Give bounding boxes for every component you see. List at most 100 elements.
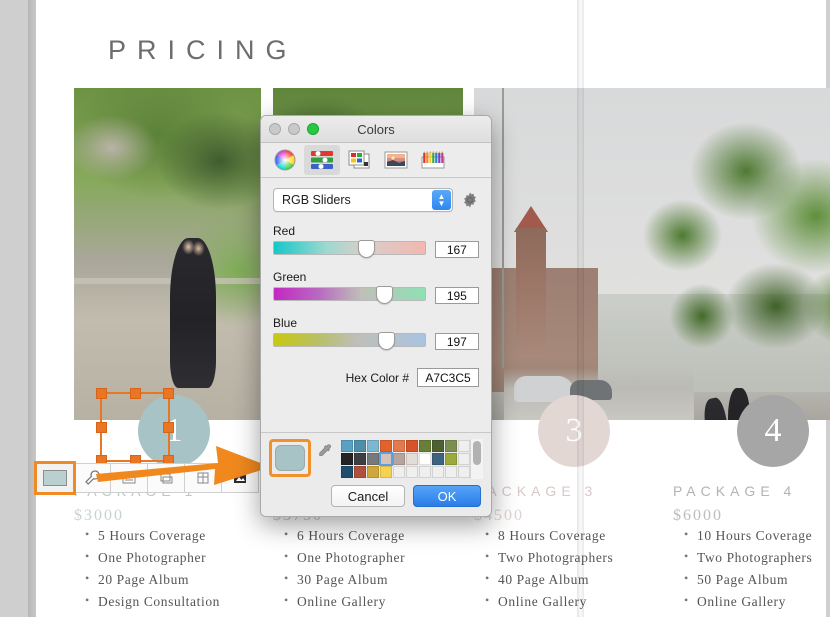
- current-color-swatch[interactable]: [275, 445, 305, 471]
- palette-swatch[interactable]: [432, 466, 444, 478]
- palette-scrollbar[interactable]: [470, 439, 483, 479]
- inspector-shape-button[interactable]: [148, 463, 185, 493]
- palette-swatch[interactable]: [393, 466, 405, 478]
- palette-swatch[interactable]: [367, 453, 379, 465]
- color-palettes-tab[interactable]: [341, 145, 377, 175]
- palette-swatch[interactable]: [341, 453, 353, 465]
- red-slider-track[interactable]: [273, 240, 426, 258]
- color-mode-row: RGB Sliders ▲ ▼: [273, 188, 479, 212]
- palette-swatch[interactable]: [458, 453, 470, 465]
- colors-dialog[interactable]: Colors RGB Sliders ▲ ▼ Red 167 Green 195…: [260, 115, 492, 517]
- eyedropper-icon[interactable]: [317, 441, 335, 477]
- palette-swatch[interactable]: [380, 466, 392, 478]
- inspector-color-swatch-button[interactable]: [34, 461, 76, 495]
- chevron-down-glyph: ▼: [437, 199, 446, 208]
- hex-color-label: Hex Color #: [345, 370, 409, 385]
- list-item: 8 Hours Coverage: [485, 525, 620, 547]
- ok-button[interactable]: OK: [413, 485, 481, 507]
- palette-swatch[interactable]: [393, 440, 405, 452]
- palette-swatch[interactable]: [354, 466, 366, 478]
- palette-swatch[interactable]: [445, 440, 457, 452]
- blue-slider-knob[interactable]: [377, 332, 395, 350]
- palette-swatch[interactable]: [367, 466, 379, 478]
- table-inspector-icon: [197, 472, 209, 484]
- red-value-field[interactable]: 167: [434, 241, 479, 258]
- minimize-icon[interactable]: [288, 123, 300, 135]
- colors-dialog-titlebar[interactable]: Colors: [261, 116, 491, 143]
- package-3-number-circle[interactable]: 3: [538, 395, 610, 467]
- color-sliders-tab[interactable]: [304, 145, 340, 175]
- green-slider-track[interactable]: [273, 286, 426, 304]
- palette-swatch[interactable]: [393, 453, 405, 465]
- resize-handle-middle-right[interactable]: [163, 421, 174, 433]
- palette-swatch[interactable]: [354, 440, 366, 452]
- palette-swatch[interactable]: [367, 440, 379, 452]
- image-palettes-tab[interactable]: [378, 145, 414, 175]
- resize-handle-top-center[interactable]: [129, 388, 141, 399]
- resize-handle-top-left[interactable]: [96, 388, 107, 399]
- palette-swatch[interactable]: [406, 440, 418, 452]
- selection-box[interactable]: [96, 388, 174, 466]
- screen: PRICING 1 $3000 • 5 Hours Coverage • One…: [0, 0, 830, 617]
- chevron-updown-icon[interactable]: ▲ ▼: [432, 190, 451, 210]
- package-1-price: $3000: [74, 507, 124, 524]
- palette-swatch[interactable]: [432, 440, 444, 452]
- pencils-tab[interactable]: [415, 145, 451, 175]
- palette-swatch[interactable]: [419, 453, 431, 465]
- package-4-feature-list: 10 Hours Coverage Two Photographers 50 P…: [679, 525, 819, 617]
- media-inspector-icon: [234, 473, 246, 483]
- palette-grid[interactable]: [341, 440, 470, 478]
- list-item: Two Photographers: [684, 547, 819, 569]
- inspector-media-button[interactable]: [222, 463, 259, 493]
- green-value-field[interactable]: 195: [434, 287, 479, 304]
- colors-mode-tabs[interactable]: [261, 143, 491, 178]
- palette-swatch-selected[interactable]: [379, 452, 393, 466]
- inspector-toolbar[interactable]: [34, 461, 259, 495]
- shape-inspector-icon: [160, 473, 173, 484]
- cancel-button[interactable]: Cancel: [331, 485, 405, 507]
- hex-color-field[interactable]: A7C3C5: [417, 368, 479, 387]
- green-slider-knob[interactable]: [376, 286, 394, 304]
- window-controls[interactable]: [269, 123, 319, 135]
- color-palettes-icon: [348, 150, 370, 169]
- palette-swatch[interactable]: [406, 466, 418, 478]
- list-item: 20 Page Album: [85, 569, 220, 591]
- color-mode-select[interactable]: RGB Sliders ▲ ▼: [273, 188, 453, 212]
- color-wheel-tab[interactable]: [267, 145, 303, 175]
- swatch-row: [269, 439, 483, 479]
- palette-swatch[interactable]: [445, 466, 457, 478]
- close-icon[interactable]: [269, 123, 281, 135]
- inspector-table-button[interactable]: [185, 463, 222, 493]
- palette-swatch[interactable]: [419, 440, 431, 452]
- list-item: 40 Page Album: [485, 569, 620, 591]
- red-slider-knob[interactable]: [358, 240, 376, 258]
- list-item: One Photographer: [85, 547, 220, 569]
- palette-swatch[interactable]: [354, 453, 366, 465]
- zoom-icon[interactable]: [307, 123, 319, 135]
- inspector-text-button[interactable]: [111, 463, 148, 493]
- blue-value-field[interactable]: 197: [434, 333, 479, 350]
- palette-scrollbar-thumb[interactable]: [473, 441, 481, 465]
- photo-street-dance[interactable]: [474, 88, 830, 420]
- resize-handle-top-right[interactable]: [163, 388, 174, 399]
- palette-swatch[interactable]: [406, 453, 418, 465]
- palette-swatch[interactable]: [458, 466, 470, 478]
- package-3-name: PACKAGE 3: [474, 483, 598, 499]
- list-item: 10 Hours Coverage: [684, 525, 819, 547]
- current-color-well[interactable]: [269, 439, 311, 477]
- list-item: Two Photographers: [485, 547, 620, 569]
- palette-swatch[interactable]: [445, 453, 457, 465]
- palette-swatch[interactable]: [341, 466, 353, 478]
- inspector-wrench-button[interactable]: [74, 463, 111, 493]
- resize-handle-middle-left[interactable]: [96, 421, 107, 433]
- palette-swatch[interactable]: [380, 440, 392, 452]
- gear-icon[interactable]: [461, 191, 479, 209]
- text-inspector-icon: [122, 472, 136, 484]
- palette-swatch[interactable]: [458, 440, 470, 452]
- package-4-number-circle[interactable]: 4: [737, 395, 809, 467]
- palette-swatch[interactable]: [419, 466, 431, 478]
- palette-swatch[interactable]: [341, 440, 353, 452]
- palette-swatch[interactable]: [432, 453, 444, 465]
- photo-couple-park[interactable]: [74, 88, 261, 420]
- blue-slider-track[interactable]: [273, 332, 426, 350]
